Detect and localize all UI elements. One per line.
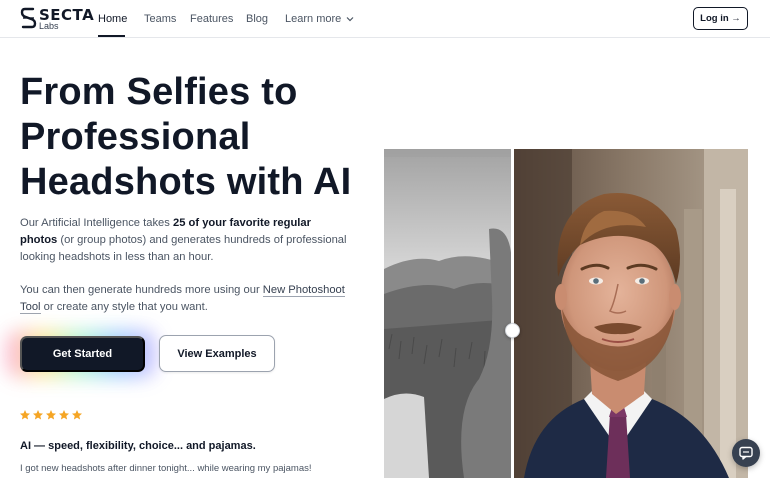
login-button[interactable]: Log in → [693,7,748,30]
nav-teams[interactable]: Teams [144,12,176,26]
nav-features[interactable]: Features [190,12,233,26]
star-icon [20,410,30,420]
rating-stars [19,409,83,421]
get-started-button[interactable]: Get Started [20,336,145,372]
nav-learn-more[interactable]: Learn more [285,12,354,26]
hero-secondary-part: You can then generate hundreds more usin… [20,284,263,296]
brand-logo[interactable]: SECTA Labs [20,6,94,32]
s-mark-icon [20,7,37,29]
hero-description: Our Artificial Intelligence takes 25 of … [20,215,350,265]
before-after-comparison[interactable] [384,149,748,478]
hero-headline: From Selfies to Professional Headshots w… [20,71,352,203]
star-icon [59,410,69,420]
active-nav-indicator [98,35,125,37]
nav-blog[interactable]: Blog [246,12,268,26]
nav-home[interactable]: Home [98,12,127,26]
star-icon [33,410,43,420]
top-navigation: SECTA Labs Home Teams Features Blog Lear… [0,0,770,38]
hero-secondary-part: or create any style that you want. [40,300,208,313]
chevron-down-icon [346,17,354,22]
nav-learn-more-label: Learn more [285,13,342,25]
brand-sub: Labs [39,21,59,31]
comparison-slider-handle[interactable] [505,323,520,338]
hero-secondary-description: You can then generate hundreds more usin… [20,282,350,316]
headshot-comparison-image [384,149,748,478]
star-icon [72,410,82,420]
comparison-divider[interactable] [511,149,514,478]
hero-description-part: Our Artificial Intelligence takes [20,217,173,229]
star-icon [46,410,56,420]
testimonial-title: AI — speed, flexibility, choice... and p… [20,440,256,452]
hero-description-part: (or group photos) and generates hundreds… [20,233,347,263]
chat-bubble-icon [739,446,753,460]
view-examples-button[interactable]: View Examples [159,335,275,372]
chat-widget-button[interactable] [732,439,760,467]
testimonial-text: I got new headshots after dinner tonight… [20,463,312,474]
